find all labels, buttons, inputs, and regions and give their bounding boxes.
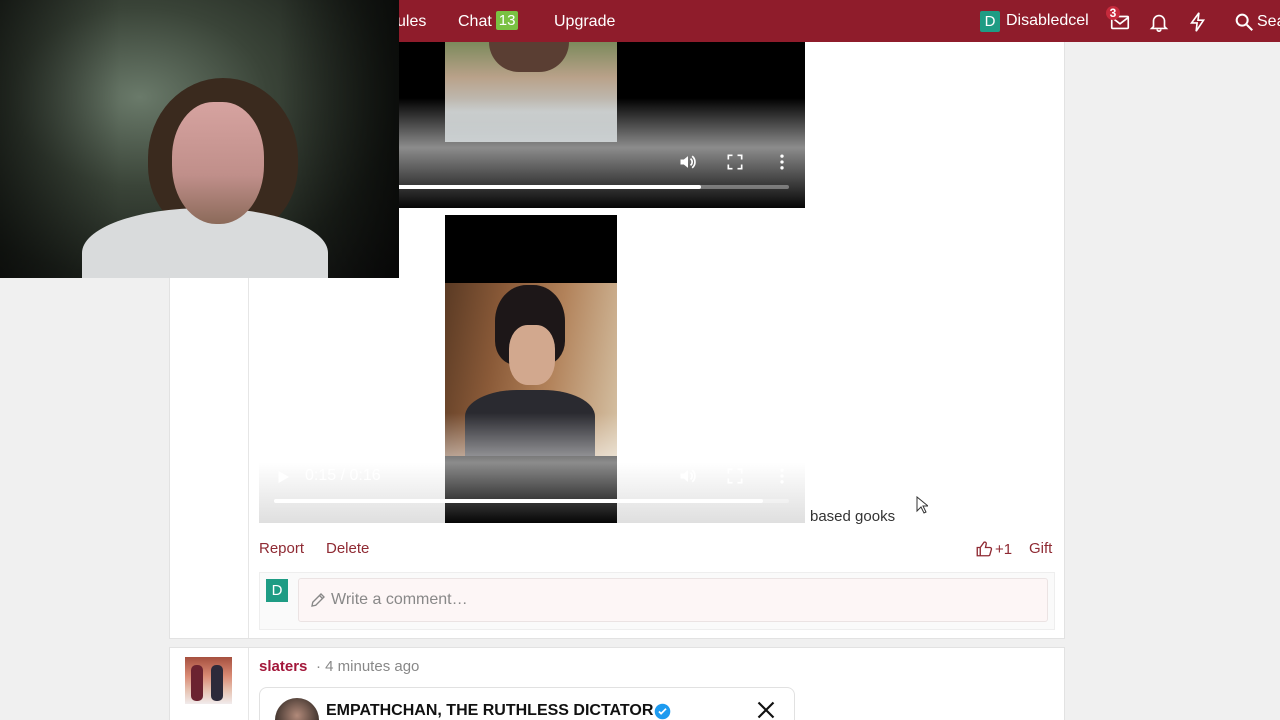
video-2-progress-fill — [274, 499, 764, 503]
delete-link[interactable]: Delete — [326, 540, 369, 557]
like-count: +1 — [995, 540, 1013, 558]
post-author[interactable]: slaters — [259, 658, 307, 675]
bell-icon[interactable] — [1148, 11, 1170, 33]
chat-count-badge: 13 — [495, 11, 519, 30]
search-label[interactable]: Sea — [1257, 0, 1280, 42]
post-timestamp: · 4 minutes ago — [316, 658, 420, 675]
comment-placeholder: Write a comment… — [331, 591, 468, 608]
lightning-icon[interactable] — [1187, 11, 1209, 33]
x-logo-icon[interactable] — [756, 700, 776, 720]
video-time: 0:15 / 0:16 — [305, 467, 381, 484]
post-text: based gooks — [810, 508, 896, 525]
search-icon[interactable] — [1233, 11, 1255, 33]
video-2-face — [509, 325, 555, 385]
like-button[interactable]: +1 — [975, 540, 1012, 558]
nav-chat-link[interactable]: Chat 13 — [458, 0, 519, 42]
volume-icon[interactable] — [678, 466, 698, 486]
volume-icon[interactable] — [678, 152, 698, 172]
mail-count-badge: 3 — [1106, 6, 1120, 20]
mouse-cursor-icon — [916, 496, 928, 514]
more-options-icon[interactable] — [772, 152, 792, 172]
play-icon[interactable] — [274, 467, 292, 487]
user-avatar: D — [980, 10, 1000, 32]
user-name: Disabledcel — [1006, 12, 1089, 29]
video-2-progress[interactable] — [274, 499, 789, 503]
user-menu[interactable]: D Disabledcel — [980, 10, 1089, 32]
report-link[interactable]: Report — [259, 540, 304, 557]
chat-label: Chat — [458, 13, 492, 30]
author-avatar[interactable] — [185, 657, 232, 704]
more-options-icon[interactable] — [772, 466, 792, 486]
fullscreen-icon[interactable] — [725, 152, 745, 172]
nav-rules-link[interactable]: ules — [397, 0, 426, 42]
nav-upgrade-link[interactable]: Upgrade — [554, 0, 615, 42]
webcam-overlay — [0, 0, 399, 278]
comment-input[interactable]: Write a comment… — [298, 578, 1048, 622]
comment-avatar: D — [266, 579, 288, 602]
verified-badge-icon — [654, 703, 671, 720]
tweet-author-name: EMPATHCHAN, THE RUTHLESS DICTATOR — [326, 702, 654, 719]
gift-link[interactable]: Gift — [1029, 540, 1052, 557]
fullscreen-icon[interactable] — [725, 466, 745, 486]
pencil-icon — [311, 593, 325, 607]
thumbs-up-icon — [976, 541, 993, 557]
webcam-face — [172, 102, 264, 224]
